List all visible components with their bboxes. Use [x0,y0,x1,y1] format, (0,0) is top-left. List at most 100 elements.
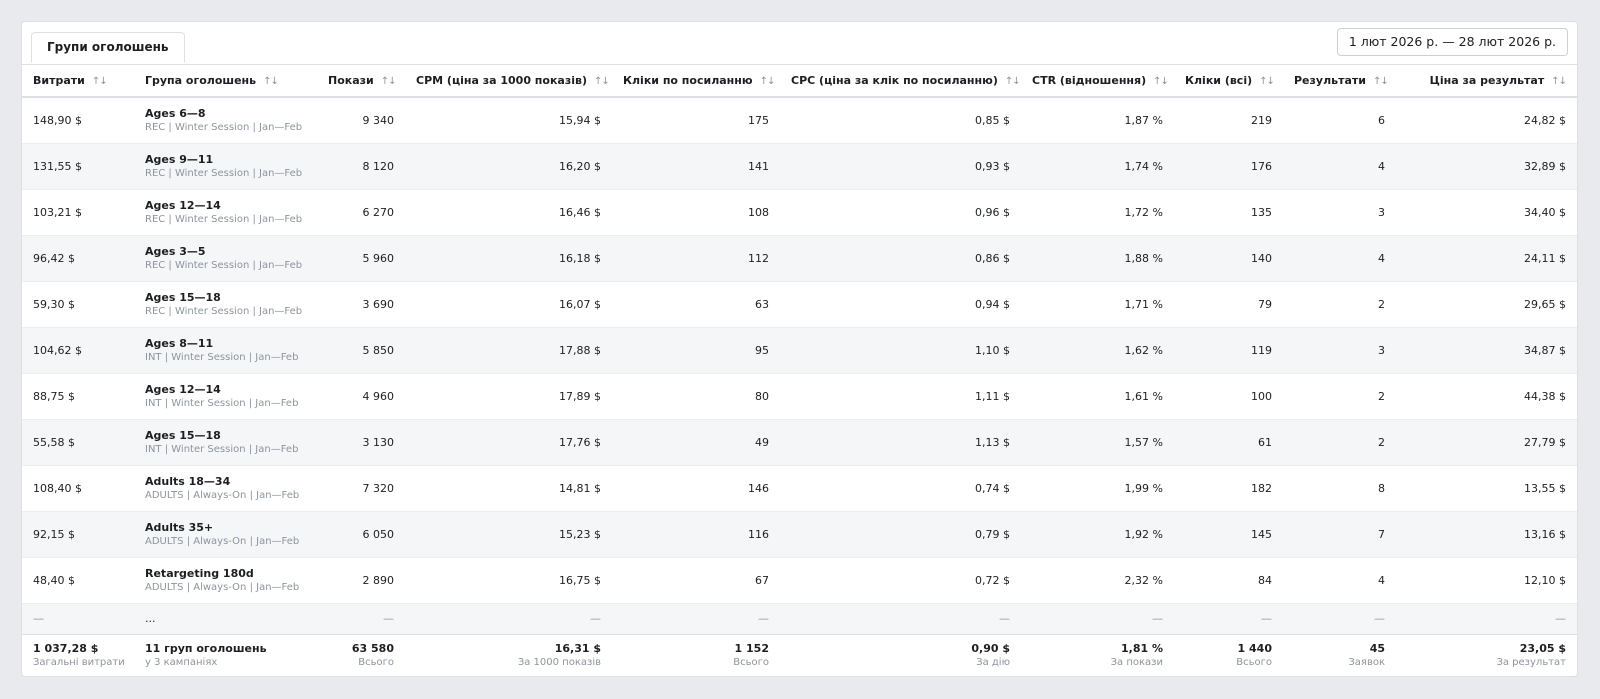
table-cell: 2 [1378,297,1385,311]
ad-set-name[interactable]: Ages 15—18 [145,290,306,305]
ad-set-name[interactable]: Ages 15—18 [145,428,306,443]
total-label: За покази [1110,656,1163,668]
total-cell: 23,05 $ За результат [1396,634,1577,676]
table-row[interactable]: 88,75 $ Ages 12—14 INT | Winter Session | … [22,373,1577,419]
column-header[interactable]: Група оголошень ↑↓ [134,65,317,98]
total-value: 16,31 $ [554,641,601,655]
total-cell: 16,31 $ За 1000 показів [405,634,612,676]
table-cell: 104,62 $ [33,343,82,357]
placeholder-cell: — [590,612,601,625]
table-cell: Retargeting 180d ADULTS | Always-On | Jan… [134,557,317,603]
table-cell: Adults 35+ ADULTS | Always-On | Jan—Feb [134,511,317,557]
table-row[interactable]: 59,30 $ Ages 15—18 REC | Winter Session | … [22,281,1577,327]
table-row[interactable]: 104,62 $ Ages 8—11 INT | Winter Session | … [22,327,1577,373]
placeholder-cell: ... [145,612,156,625]
table-cell: 16,75 $ [559,573,601,587]
sort-arrows-icon[interactable]: ↑↓ [263,76,279,87]
total-value: 1 037,28 $ [33,641,99,655]
table-cell: 24,11 $ [1524,251,1566,265]
table-cell: 6 270 [362,205,395,219]
table-cell: 44,38 $ [1524,389,1566,403]
column-header-label: CTR (відношення) [1032,74,1147,87]
table-row[interactable]: 96,42 $ Ages 3—5 REC | Winter Session | Ja… [22,235,1577,281]
ad-set-name[interactable]: Ages 12—14 [145,198,306,213]
total-value: 45 [1369,641,1385,655]
column-header[interactable]: Кліки (всі) ↑↓ [1174,65,1283,98]
sort-arrows-icon[interactable]: ↑↓ [92,76,108,87]
table-row[interactable]: 108,40 $ Adults 18—34 ADULTS | Always-On |… [22,465,1577,511]
table-cell: 9 340 [362,113,395,127]
column-header[interactable]: Результати ↑↓ [1283,65,1396,98]
column-header-label: Група оголошень [145,74,257,87]
sort-arrows-icon[interactable]: ↑↓ [381,76,397,87]
table-cell: Ages 8—11 INT | Winter Session | Jan—Feb [134,327,317,373]
table-cell: Ages 15—18 INT | Winter Session | Jan—Feb [134,419,317,465]
table-cell: 2 [1378,389,1385,403]
ad-set-name[interactable]: Retargeting 180d [145,566,306,581]
more-rows-placeholder: —... — — — — — — — — [22,603,1577,634]
column-header[interactable]: Кліки по посиланню ↑↓ [612,65,780,98]
table-row[interactable]: 103,21 $ Ages 12—14 REC | Winter Session |… [22,189,1577,235]
campaign-name: INT | Winter Session | Jan—Feb [145,397,299,409]
table-cell: Ages 3—5 REC | Winter Session | Jan—Feb [134,235,317,281]
ad-set-name[interactable]: Adults 35+ [145,520,306,535]
table-cell: 108,40 $ [33,481,82,495]
table-cell: 1,71 % [1124,297,1163,311]
column-header[interactable]: CPC (ціна за клік по посиланню) ↑↓ [780,65,1021,98]
date-range-picker[interactable]: 1 лют 2026 р. — 28 лют 2026 р. [1336,28,1568,56]
table-cell: 27,79 $ [1524,435,1566,449]
column-header[interactable]: Ціна за результат ↑↓ [1396,65,1577,98]
sort-arrows-icon[interactable]: ↑↓ [594,76,610,87]
table-cell: 4 [1378,159,1385,173]
sort-arrows-icon[interactable]: ↑↓ [760,76,776,87]
column-header[interactable]: CPM (ціна за 1000 показів) ↑↓ [405,65,612,98]
total-label: За результат [1496,656,1566,668]
table-cell: 55,58 $ [33,435,75,449]
total-cell: 63 580 Всього [317,634,405,676]
ad-set-name[interactable]: Ages 8—11 [145,336,306,351]
table-cell: 0,96 $ [975,205,1010,219]
ad-set-name[interactable]: Ages 12—14 [145,382,306,397]
column-header-label: CPM (ціна за 1000 показів) [416,74,587,87]
total-cell: 1 440 Всього [1174,634,1283,676]
table-row[interactable]: 92,15 $ Adults 35+ ADULTS | Always-On | Ja… [22,511,1577,557]
campaign-name: ADULTS | Always-On | Jan—Feb [145,581,300,593]
table-cell: 131,55 $ [33,159,82,173]
total-value: 23,05 $ [1519,641,1566,655]
column-header[interactable]: CTR (відношення) ↑↓ [1021,65,1174,98]
table-cell: 4 [1378,251,1385,265]
column-header[interactable]: Покази ↑↓ [317,65,405,98]
table-cell: 135 [1251,205,1272,219]
sort-arrows-icon[interactable]: ↑↓ [1005,76,1021,87]
ad-set-name[interactable]: Ages 6—8 [145,106,306,121]
total-cell: 1 037,28 $ Загальні витрати [22,634,134,676]
column-header-label: Кліки по посиланню [623,74,753,87]
column-header-label: Ціна за результат [1429,74,1545,87]
sort-arrows-icon[interactable]: ↑↓ [1551,76,1567,87]
table-cell: 16,46 $ [559,205,601,219]
table-row[interactable]: 131,55 $ Ages 9—11 REC | Winter Session | … [22,143,1577,189]
ad-set-name[interactable]: Ages 3—5 [145,244,306,259]
column-header[interactable]: Витрати ↑↓ [22,65,134,98]
table-cell: 5 850 [362,343,395,357]
table-row[interactable]: 48,40 $ Retargeting 180d ADULTS | Always-O… [22,557,1577,603]
table-cell: 3 690 [362,297,395,311]
total-label: Всього [733,656,769,668]
sort-arrows-icon[interactable]: ↑↓ [1373,76,1389,87]
sort-arrows-icon[interactable]: ↑↓ [1259,76,1275,87]
table-cell: 0,72 $ [975,573,1010,587]
total-label: у 3 кампаніях [145,656,218,668]
ad-set-name[interactable]: Adults 18—34 [145,474,306,489]
table-cell: 15,94 $ [559,113,601,127]
ad-set-name[interactable]: Ages 9—11 [145,152,306,167]
table-cell: Ages 12—14 INT | Winter Session | Jan—Feb [134,373,317,419]
campaign-name: ADULTS | Always-On | Jan—Feb [145,489,300,501]
table-cell: 175 [748,113,769,127]
table-row[interactable]: 148,90 $ Ages 6—8 REC | Winter Session | J… [22,97,1577,143]
sort-arrows-icon[interactable]: ↑↓ [1153,76,1169,87]
tab-ad-sets[interactable]: Групи оголошень [31,32,185,63]
table-row[interactable]: 55,58 $ Ages 15—18 INT | Winter Session | … [22,419,1577,465]
table-cell: 4 [1378,573,1385,587]
table-cell: 34,87 $ [1524,343,1566,357]
table-cell: Ages 6—8 REC | Winter Session | Jan—Feb [134,97,317,143]
